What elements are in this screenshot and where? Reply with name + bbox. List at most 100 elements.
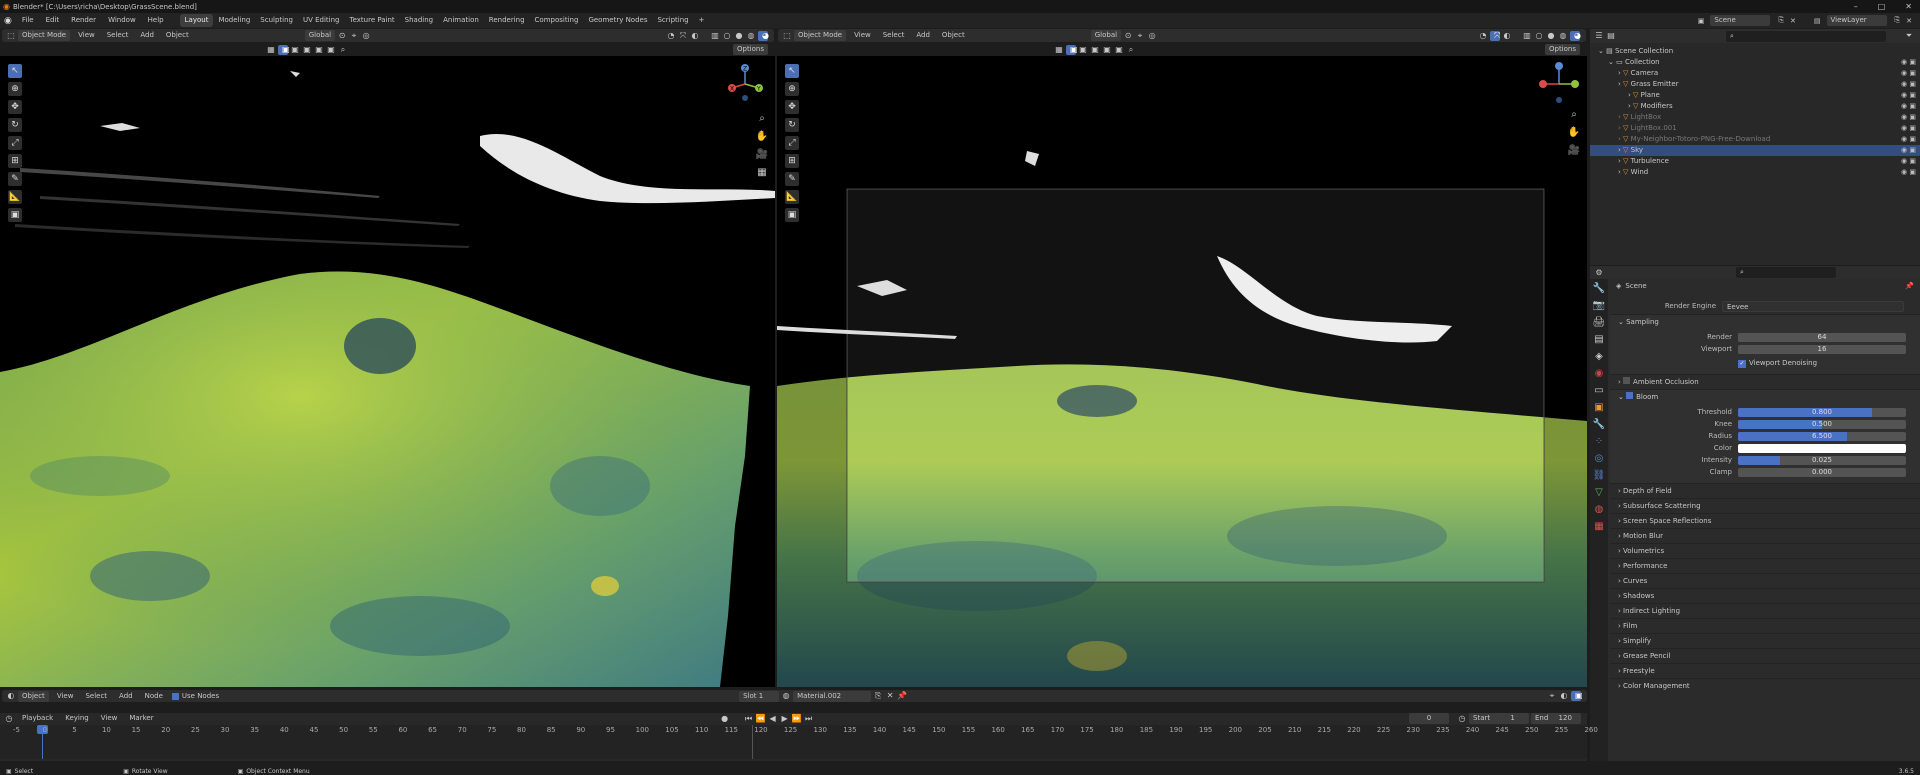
- zoom-icon-right[interactable]: ⌕: [1567, 108, 1581, 122]
- visibility-toggle-icon[interactable]: ◉ ▣: [1901, 57, 1916, 68]
- cursor-tool-icon[interactable]: ⊕: [8, 82, 22, 96]
- shading-rendered-icon[interactable]: ◕: [758, 30, 769, 41]
- shader-overlay-icon[interactable]: ◐: [1559, 691, 1569, 701]
- select-mode-icon-right[interactable]: ▦: [1054, 45, 1064, 55]
- outliner-item[interactable]: › ▽ Camera ◉ ▣: [1590, 68, 1920, 79]
- cursor-tool-icon-right[interactable]: ⊕: [785, 82, 799, 96]
- add-cube-tool-icon[interactable]: ▣: [8, 208, 22, 222]
- shader-menu-add[interactable]: Add: [113, 690, 139, 703]
- proportional-icon[interactable]: ◎: [361, 31, 371, 41]
- tab-animation[interactable]: Animation: [438, 14, 484, 27]
- visibility-toggle-icon[interactable]: ◉ ▣: [1901, 112, 1916, 123]
- radius-slider[interactable]: 6.500: [1738, 432, 1906, 441]
- shader-menu-select[interactable]: Select: [79, 690, 113, 703]
- properties-editor-icon[interactable]: ⚙: [1594, 268, 1604, 278]
- orientation-left[interactable]: Global: [304, 30, 336, 41]
- shading-solid-icon[interactable]: ●: [734, 31, 744, 41]
- select-invert-icon-right[interactable]: ▣: [1102, 45, 1112, 55]
- select-invert-icon[interactable]: ▣: [314, 45, 324, 55]
- select-box-icon-right[interactable]: ▣: [1066, 44, 1078, 55]
- select-subtract-icon-right[interactable]: ▣: [1090, 45, 1100, 55]
- timeline-editor-icon[interactable]: ◷: [4, 714, 14, 724]
- material-unlink-icon[interactable]: ✕: [885, 691, 895, 701]
- add-workspace-icon[interactable]: +: [694, 14, 710, 27]
- constraints-tab-icon[interactable]: ⛓: [1592, 469, 1606, 483]
- next-key-icon[interactable]: ⏩: [792, 714, 802, 724]
- minimize-icon[interactable]: –: [1854, 2, 1858, 11]
- tab-uv-editing[interactable]: UV Editing: [298, 14, 345, 27]
- transform-tool-icon-right[interactable]: ⊞: [785, 154, 799, 168]
- orientation-right[interactable]: Global: [1090, 30, 1122, 41]
- xray-icon-right[interactable]: ▥: [1522, 31, 1532, 41]
- expand-icon[interactable]: ⌄: [1598, 47, 1606, 55]
- render-samples-field[interactable]: 64: [1738, 333, 1906, 342]
- menu-file[interactable]: File: [16, 14, 40, 27]
- prev-key-icon[interactable]: ⏪: [756, 714, 766, 724]
- visibility-toggle-icon[interactable]: ◉ ▣: [1901, 90, 1916, 101]
- select-extend-icon-right[interactable]: ▣: [1078, 45, 1088, 55]
- collection-tab-icon[interactable]: ▭: [1592, 384, 1606, 398]
- particles-tab-icon[interactable]: ⁘: [1592, 435, 1606, 449]
- section-collapsed[interactable]: › Grease Pencil: [1610, 648, 1920, 663]
- rotate-tool-icon[interactable]: ↻: [8, 118, 22, 132]
- menu-view-left[interactable]: View: [72, 29, 101, 42]
- menu-render[interactable]: Render: [65, 14, 102, 27]
- current-frame-field[interactable]: 0: [1409, 713, 1449, 724]
- options-left[interactable]: Options: [732, 44, 768, 55]
- rotate-tool-icon-right[interactable]: ↻: [785, 118, 799, 132]
- select-box-icon[interactable]: ▣: [278, 44, 290, 55]
- play-icon[interactable]: ▶: [780, 714, 790, 724]
- physics-tab-icon[interactable]: ◎: [1592, 452, 1606, 466]
- outliner-item[interactable]: › ▽ Sky ◉ ▣: [1590, 145, 1920, 156]
- proportional-icon-right[interactable]: ◎: [1147, 31, 1157, 41]
- viewport-right[interactable]: ↖ ⊕ ✥ ↻ ⤢ ⊞ ✎ 📐 ▣ ⌕ ✋ 🎥: [777, 56, 1587, 687]
- section-bloom[interactable]: ⌄ Bloom: [1610, 389, 1920, 404]
- section-collapsed[interactable]: › Film: [1610, 618, 1920, 633]
- visibility-toggle-icon[interactable]: ◉ ▣: [1901, 79, 1916, 90]
- outliner-item[interactable]: › ▽ Grass Emitter ◉ ▣: [1590, 79, 1920, 90]
- zoom-icon[interactable]: ⌕: [755, 112, 769, 126]
- use-nodes-checkbox[interactable]: [171, 692, 179, 700]
- menu-help[interactable]: Help: [142, 14, 170, 27]
- timeline-ruler[interactable]: -5 0 5 10 15 20 25 30 35 40 45 50 55 60 65 70 75 80 85 90 95…: [0, 725, 1598, 759]
- viewlayer-new-icon[interactable]: ⎘: [1895, 16, 1901, 25]
- outliner-item[interactable]: › ▽ Modifiers ◉ ▣: [1590, 101, 1920, 112]
- clamp-field[interactable]: 0.000: [1738, 468, 1906, 477]
- timeline-menu-playback[interactable]: Playback: [16, 712, 59, 725]
- expand-icon[interactable]: ⌄: [1608, 58, 1616, 66]
- section-ambient-occlusion[interactable]: › Ambient Occlusion: [1610, 374, 1920, 389]
- overlay-icon[interactable]: ◐: [690, 31, 700, 41]
- viewport-left[interactable]: ↖ ⊕ ✥ ↻ ⤢ ⊞ ✎ 📐 ▣ Z Y X ⌕ ✋ 🎥 ▦: [0, 56, 775, 687]
- pan-hand-icon-right[interactable]: ✋: [1567, 126, 1581, 140]
- menu-select-right[interactable]: Select: [877, 29, 911, 42]
- mode-selector-right[interactable]: Object Mode: [794, 30, 847, 41]
- tab-compositing[interactable]: Compositing: [530, 14, 584, 27]
- close-icon[interactable]: ✕: [1905, 2, 1912, 11]
- slot-select[interactable]: Slot 1: [739, 690, 780, 702]
- search-icon-left[interactable]: ⌕: [338, 45, 348, 55]
- section-collapsed[interactable]: › Curves: [1610, 573, 1920, 588]
- shading-material-icon[interactable]: ◍: [746, 31, 756, 41]
- render-tab-icon[interactable]: 📷: [1592, 299, 1606, 313]
- navigation-gizmo-left[interactable]: Z Y X: [725, 64, 765, 104]
- tool-tab-icon[interactable]: 🔧: [1592, 282, 1606, 296]
- viewlayer-selector[interactable]: ViewLayer: [1826, 15, 1887, 26]
- end-frame-field[interactable]: End 120: [1531, 713, 1581, 724]
- measure-tool-icon[interactable]: 📐: [8, 190, 22, 204]
- editor-type-icon[interactable]: ⬚: [6, 31, 16, 41]
- mode-selector-left[interactable]: Object Mode: [18, 30, 71, 41]
- shader-menu-node[interactable]: Node: [139, 690, 169, 703]
- tab-shading[interactable]: Shading: [400, 14, 438, 27]
- select-tool-icon[interactable]: ↖: [8, 64, 22, 78]
- pan-hand-icon[interactable]: ✋: [755, 130, 769, 144]
- object-tab-icon[interactable]: ▣: [1592, 401, 1606, 415]
- pivot-icon[interactable]: ⊙: [337, 31, 347, 41]
- section-collapsed[interactable]: › Indirect Lighting: [1610, 603, 1920, 618]
- visibility-toggle-icon[interactable]: ◉ ▣: [1901, 101, 1916, 112]
- knee-slider[interactable]: 0.500: [1738, 420, 1906, 429]
- data-tab-icon[interactable]: ▽: [1592, 486, 1606, 500]
- move-tool-icon-right[interactable]: ✥: [785, 100, 799, 114]
- outliner-search-input[interactable]: ⌕: [1726, 30, 1886, 42]
- menu-edit[interactable]: Edit: [40, 14, 66, 27]
- outliner-item[interactable]: › ▽ My-Neighbor-Totoro-PNG-Free-Download…: [1590, 134, 1920, 145]
